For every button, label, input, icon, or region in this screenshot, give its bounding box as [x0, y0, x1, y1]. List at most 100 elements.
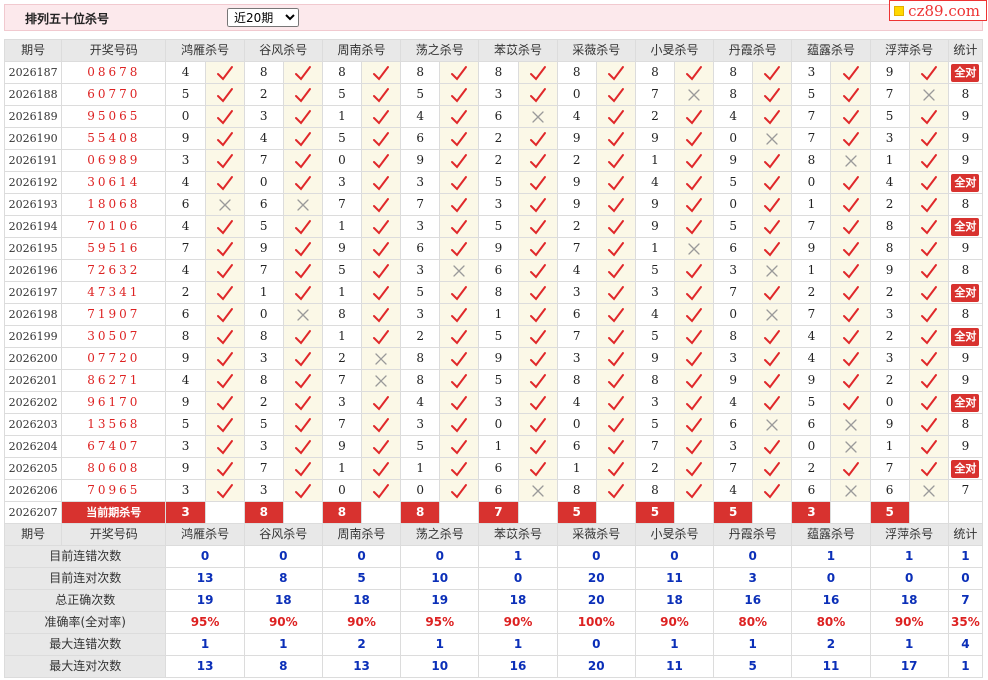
- kill-value-cell: 1: [869, 435, 910, 458]
- stat-cell: 7: [947, 479, 984, 502]
- kill-result-cell: [282, 193, 323, 216]
- check-icon: [294, 285, 311, 301]
- kill-result-cell: [439, 435, 480, 458]
- check-icon: [686, 175, 703, 191]
- table-row: 2026204 67407 3 3 9 5 1 6 7 3 0 1 9: [3, 435, 984, 458]
- check-icon: [764, 87, 781, 103]
- kill-result-cell: [595, 149, 636, 172]
- check-icon: [529, 461, 546, 477]
- check-icon: [294, 87, 311, 103]
- kill-result-cell: [282, 105, 323, 128]
- kill-result-cell: [517, 215, 558, 238]
- summary-value: 0: [713, 545, 793, 568]
- kill-value-cell: 3: [478, 391, 519, 414]
- summary-value: 80%: [713, 611, 793, 634]
- check-icon: [451, 417, 468, 433]
- summary-value: 18: [243, 589, 323, 612]
- stat-cell: 全对: [947, 391, 984, 414]
- summary-value: 18: [478, 589, 558, 612]
- logo-square-icon: [894, 6, 905, 16]
- check-icon: [607, 87, 624, 103]
- check-icon: [686, 351, 703, 367]
- period-cell: 2026194: [3, 215, 63, 238]
- kill-result-cell: [361, 457, 402, 480]
- period-select[interactable]: 近20期: [227, 8, 299, 27]
- kill-value-cell: 6: [478, 259, 519, 282]
- kill-result-cell: [282, 171, 323, 194]
- check-icon: [373, 329, 390, 345]
- kill-value-cell: 8: [243, 61, 284, 84]
- check-icon: [607, 175, 624, 191]
- kill-value-cell: 5: [400, 83, 441, 106]
- cross-icon: [453, 264, 465, 277]
- summary-value: 18: [869, 589, 949, 612]
- summary-value: 0: [478, 567, 558, 590]
- current-kill-blank: [830, 501, 871, 524]
- kill-result-cell: [439, 457, 480, 480]
- header-expert: 苯苡杀号: [478, 39, 558, 62]
- site-logo[interactable]: cz89.com: [889, 0, 987, 21]
- kill-result-cell: [752, 237, 793, 260]
- check-icon: [529, 153, 546, 169]
- kill-result-cell: [361, 325, 402, 348]
- kill-value-cell: 5: [791, 83, 832, 106]
- current-kill-blank: [439, 501, 480, 524]
- check-icon: [529, 241, 546, 257]
- kill-result-cell: [282, 303, 323, 326]
- header-draw: 开奖号码: [61, 39, 167, 62]
- check-icon: [607, 153, 624, 169]
- kill-value-cell: 1: [321, 215, 363, 238]
- draw-number-cell: 13568: [61, 413, 167, 436]
- all-right-badge: 全对: [951, 394, 980, 412]
- current-kill-value: 8: [321, 501, 363, 524]
- summary-value: 1: [400, 633, 480, 656]
- kill-value-cell: 3: [634, 281, 675, 304]
- draw-number-cell: 96170: [61, 391, 167, 414]
- kill-value-cell: 9: [556, 171, 597, 194]
- kill-value-cell: 7: [321, 193, 363, 216]
- kill-result-cell: [517, 391, 558, 414]
- kill-result-cell: [595, 105, 636, 128]
- kill-result-cell: [595, 61, 636, 84]
- current-kill-blank: [752, 501, 793, 524]
- kill-value-cell: 5: [791, 391, 832, 414]
- summary-value: 0: [634, 545, 715, 568]
- logo-text: cz89.com: [908, 2, 980, 20]
- kill-value-cell: 3: [869, 303, 910, 326]
- check-icon: [529, 263, 546, 279]
- kill-value-cell: 7: [556, 325, 597, 348]
- period-cell: 2026188: [3, 83, 63, 106]
- kill-value-cell: 1: [321, 457, 363, 480]
- summary-value: 20: [556, 655, 636, 678]
- draw-number-cell: 30507: [61, 325, 167, 348]
- kill-result-cell: [830, 413, 871, 436]
- kill-result-cell: [517, 325, 558, 348]
- header-expert: 鸿雁杀号: [165, 39, 245, 62]
- check-icon: [451, 131, 468, 147]
- kill-value-cell: 2: [869, 281, 910, 304]
- kill-result-cell: [517, 303, 558, 326]
- summary-value: 19: [400, 589, 480, 612]
- kill-value-cell: 8: [713, 83, 754, 106]
- kill-value-cell: 7: [321, 413, 363, 436]
- kill-value-cell: 0: [713, 127, 754, 150]
- kill-value-cell: 8: [400, 347, 441, 370]
- summary-label: 准确率(全对率): [3, 611, 167, 634]
- check-icon: [920, 263, 937, 279]
- summary-value: 0: [947, 567, 984, 590]
- summary-value: 16: [478, 655, 558, 678]
- summary-row: 最大连对次数 13 8 13 10 16 20 11 5 11 17 1: [3, 655, 984, 678]
- kill-result-cell: [752, 281, 793, 304]
- kill-result-cell: [595, 369, 636, 392]
- kill-result-cell: [282, 413, 323, 436]
- check-icon: [842, 219, 859, 235]
- check-icon: [373, 417, 390, 433]
- current-kill-blank: [595, 501, 636, 524]
- kill-value-cell: 9: [400, 149, 441, 172]
- check-icon: [607, 219, 624, 235]
- summary-value: 90%: [869, 611, 949, 634]
- check-icon: [686, 263, 703, 279]
- check-icon: [216, 417, 233, 433]
- kill-value-cell: 9: [556, 193, 597, 216]
- check-icon: [451, 87, 468, 103]
